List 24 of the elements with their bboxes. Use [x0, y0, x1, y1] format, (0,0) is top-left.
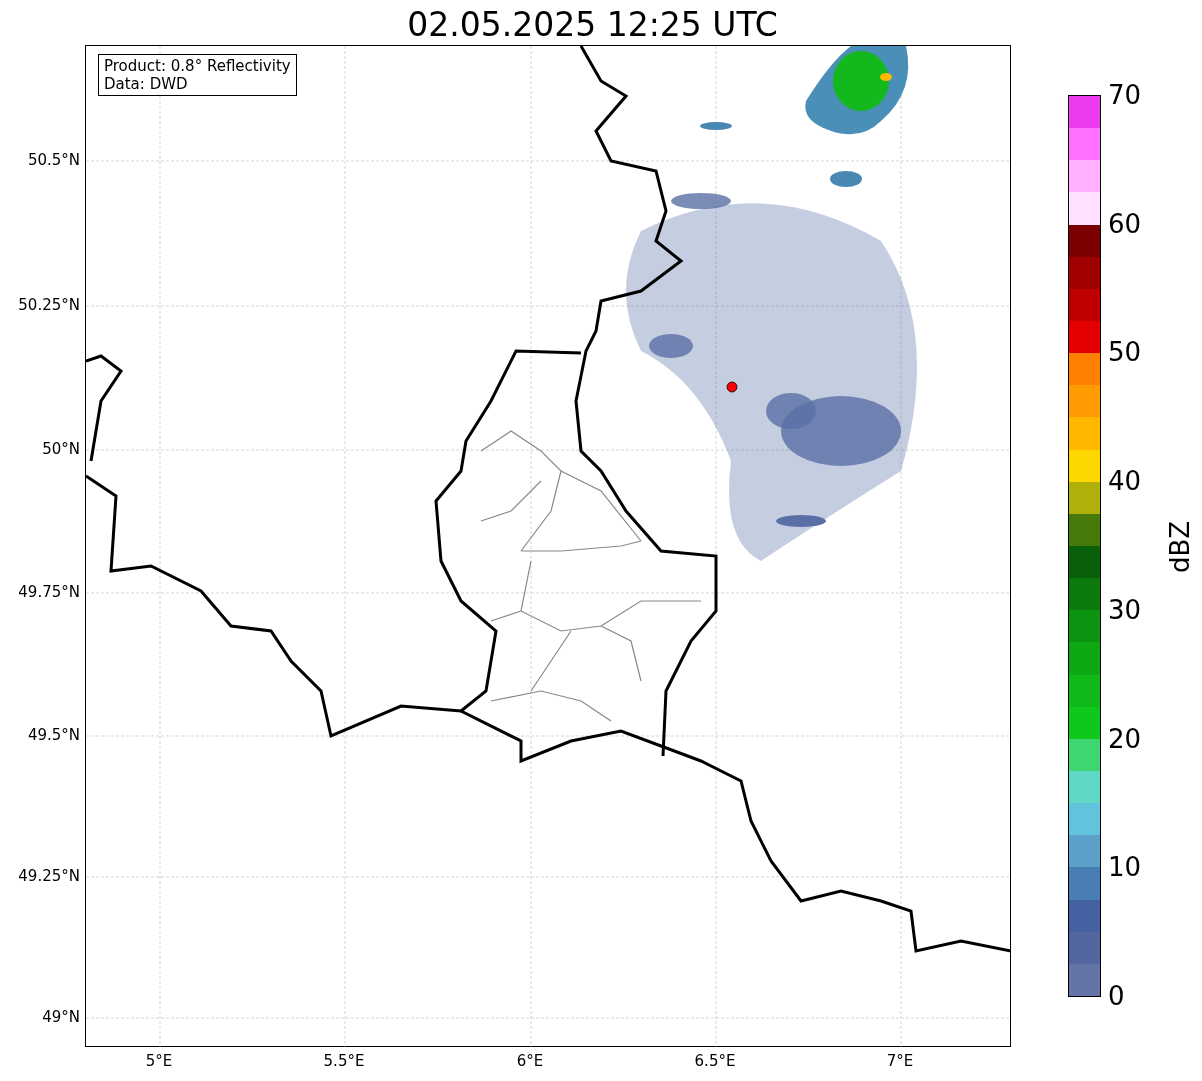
y-tick-label: 49.75°N — [18, 583, 80, 601]
colorbar-tick-label: 50 — [1108, 337, 1142, 368]
y-tick-label: 49°N — [42, 1008, 80, 1026]
colorbar-tick-label: 60 — [1108, 208, 1142, 239]
y-tick-label: 49.25°N — [18, 867, 80, 885]
colorbar-tick-label: 70 — [1108, 80, 1142, 110]
info-text: Product: 0.8° Reflectivity — [104, 57, 291, 75]
x-tick-label: 5.5°E — [323, 1052, 365, 1070]
colorbar-label: dBZ — [1165, 520, 1195, 574]
chart-title: 02.05.2025 12:25 UTC — [407, 4, 778, 45]
colorbar-tick-label: 0 — [1108, 981, 1125, 1011]
y-tick-label: 49.5°N — [27, 726, 80, 744]
x-tick-label: 6°E — [516, 1052, 544, 1070]
colorbar-tick-label: 40 — [1108, 466, 1142, 497]
info-text: Data: DWD — [104, 75, 189, 93]
y-tick-label: 50.5°N — [27, 151, 80, 169]
x-tick-label: 5°E — [145, 1052, 173, 1070]
colorbar-tick-label: 20 — [1108, 723, 1142, 754]
colorbar-tick-label: 10 — [1108, 852, 1142, 883]
x-tick-label: 6.5°E — [694, 1052, 736, 1070]
y-tick-label: 50°N — [42, 440, 80, 458]
x-tick-label: 7°E — [886, 1052, 914, 1070]
colorbar-tick-label: 30 — [1108, 594, 1142, 625]
y-tick-label: 50.25°N — [18, 296, 80, 314]
